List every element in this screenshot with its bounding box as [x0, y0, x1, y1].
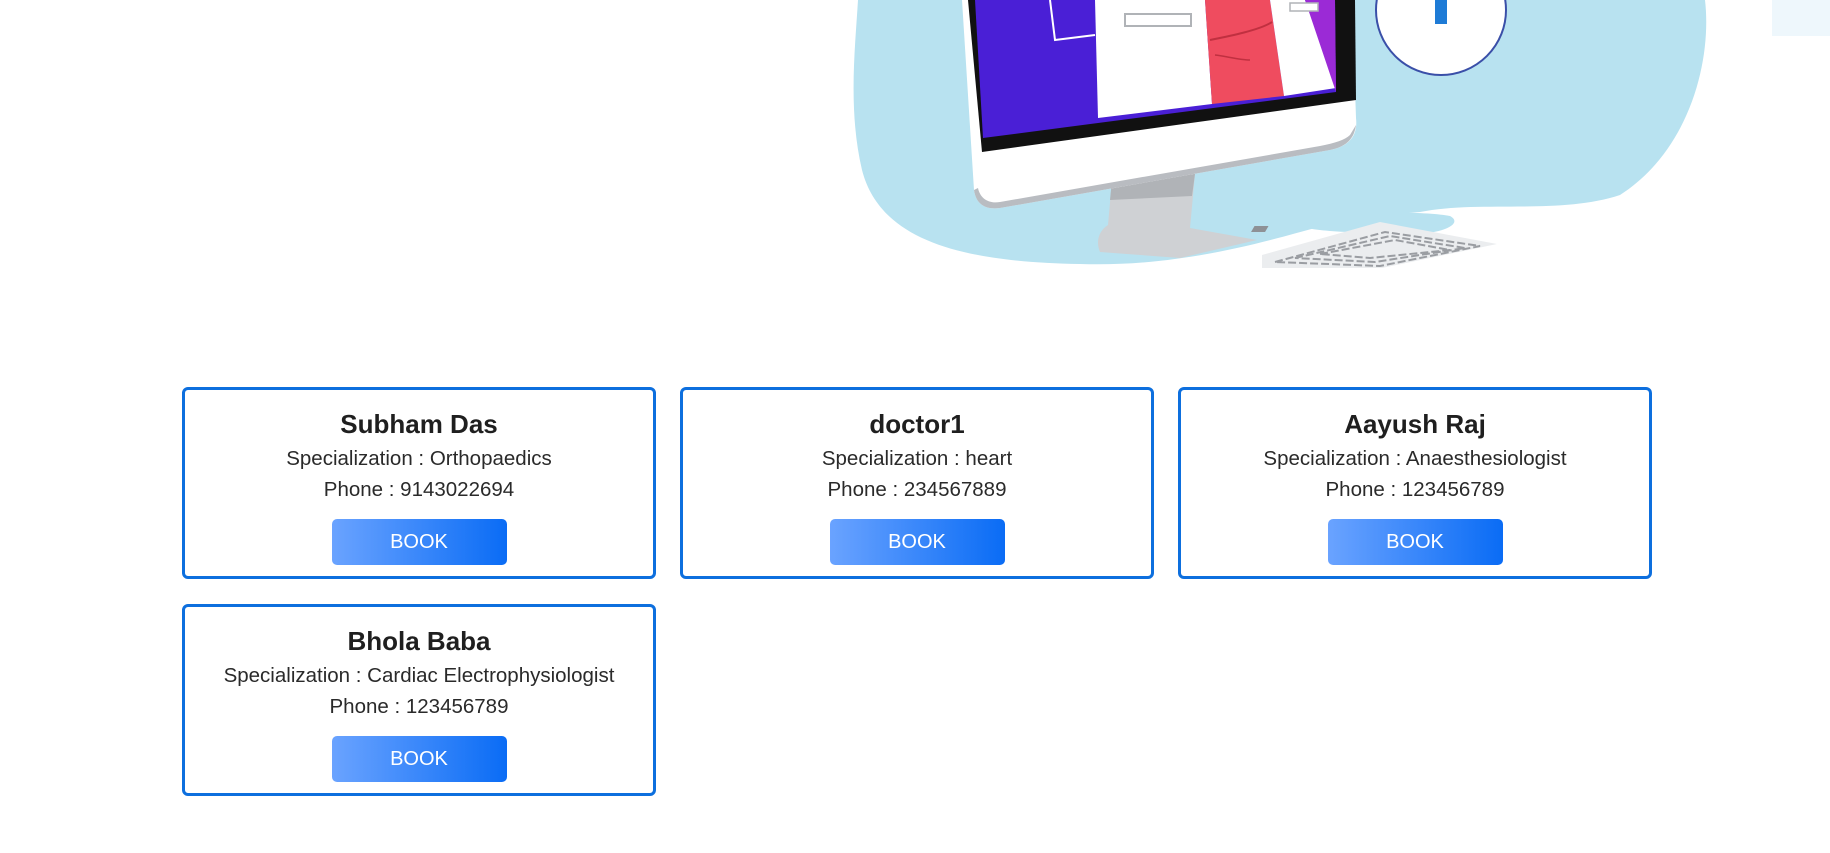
- book-button[interactable]: BOOK: [1327, 519, 1503, 565]
- doctor-card: Subham Das Specialization : Orthopaedics…: [182, 387, 656, 579]
- doctor-specialization: Specialization : Orthopaedics: [286, 447, 552, 470]
- doctor-card: Bhola Baba Specialization : Cardiac Elec…: [182, 604, 656, 796]
- book-button[interactable]: BOOK: [331, 519, 507, 565]
- page: Subham Das Specialization : Orthopaedics…: [0, 0, 1830, 853]
- doctor-specialization: Specialization : heart: [821, 447, 1013, 470]
- doctor-card: Aayush Raj Specialization : Anaesthesiol…: [1178, 387, 1652, 579]
- doctor-specialization: Specialization : Cardiac Electrophysiolo…: [223, 664, 615, 687]
- doctor-phone: Phone : 234567889: [827, 478, 1007, 501]
- doctor-phone: Phone : 123456789: [329, 695, 509, 718]
- book-button[interactable]: BOOK: [829, 519, 1005, 565]
- doctor-phone: Phone : 9143022694: [323, 478, 515, 501]
- doctor-name: doctor1: [869, 409, 965, 439]
- book-button[interactable]: BOOK: [331, 736, 507, 782]
- doctor-card: doctor1 Specialization : heart Phone : 2…: [680, 387, 1154, 579]
- doctor-monitor-illustration: [853, 0, 1830, 268]
- doctor-card-grid: Subham Das Specialization : Orthopaedics…: [182, 387, 1652, 796]
- doctor-name: Aayush Raj: [1344, 409, 1486, 439]
- doctor-name: Bhola Baba: [347, 626, 491, 656]
- doctor-name: Subham Das: [340, 409, 498, 439]
- doctor-specialization: Specialization : Anaesthesiologist: [1263, 447, 1567, 470]
- hero-illustration: [0, 0, 1830, 270]
- doctor-phone: Phone : 123456789: [1325, 478, 1505, 501]
